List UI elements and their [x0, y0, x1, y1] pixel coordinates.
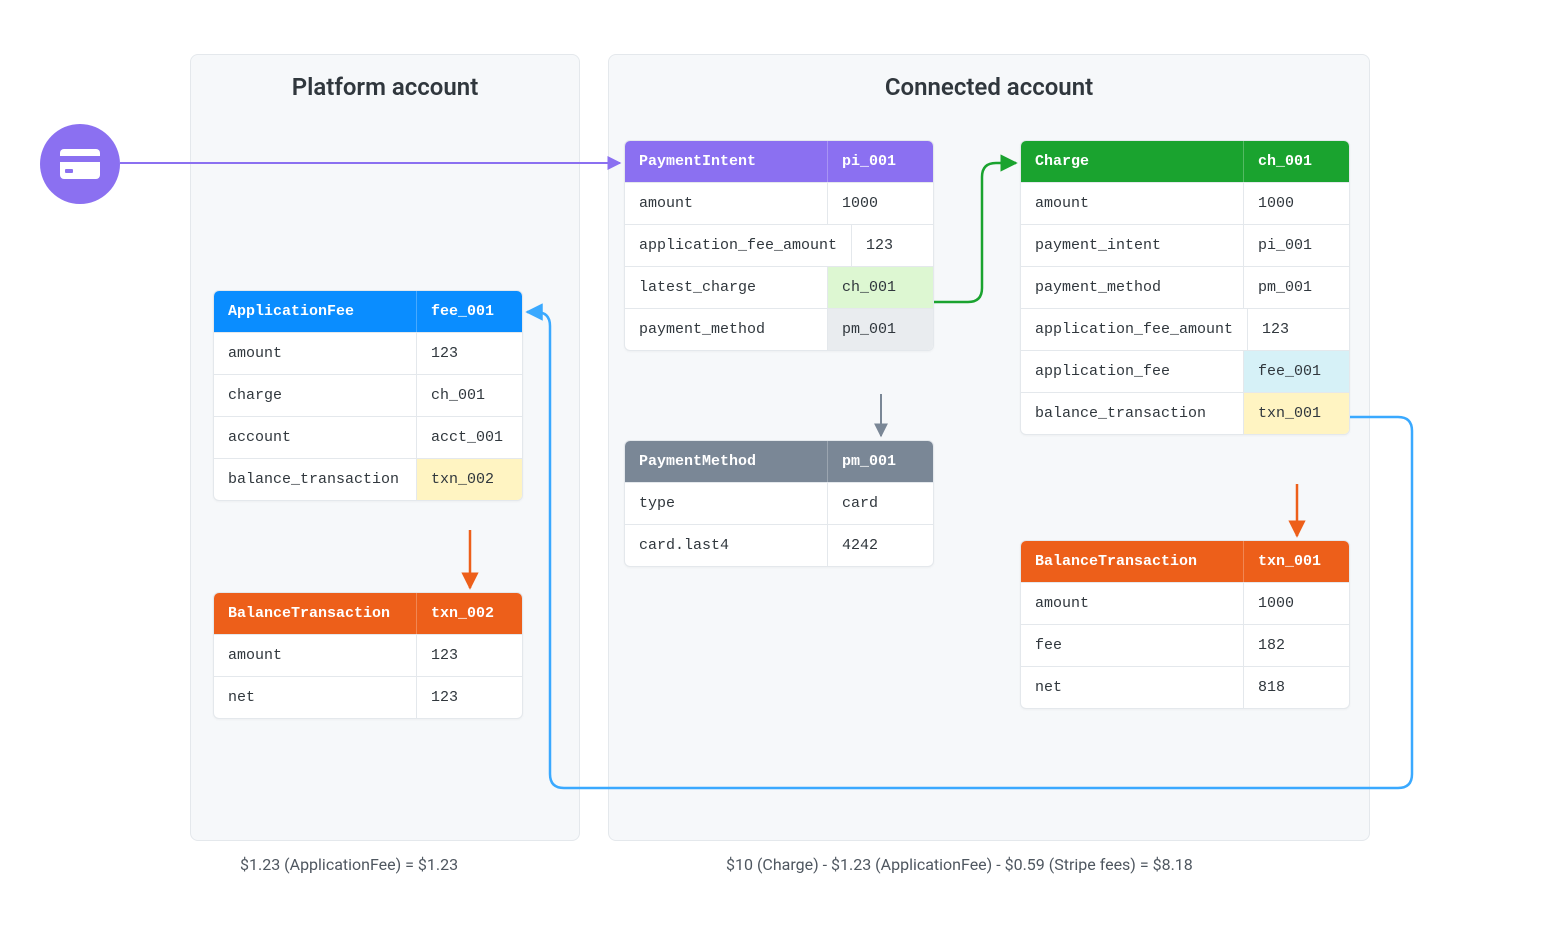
table-row: balance_transactiontxn_001 [1021, 392, 1349, 434]
table-header-name: Charge [1021, 141, 1243, 182]
table-header-id: fee_001 [416, 291, 522, 332]
table-header: BalanceTransaction txn_001 [1021, 541, 1349, 582]
table-header-name: ApplicationFee [214, 291, 416, 332]
connected-panel-title: Connected account [609, 73, 1369, 101]
table-row: fee182 [1021, 624, 1349, 666]
table-row: payment_intentpi_001 [1021, 224, 1349, 266]
table-row: net123 [214, 676, 522, 718]
table-header-name: BalanceTransaction [1021, 541, 1243, 582]
platform-caption: $1.23 (ApplicationFee) = $1.23 [240, 855, 458, 874]
table-row: amount123 [214, 634, 522, 676]
table-header-id: txn_001 [1243, 541, 1349, 582]
balance-transaction-2-table: BalanceTransaction txn_002 amount123 net… [213, 592, 523, 719]
table-header-id: ch_001 [1243, 141, 1349, 182]
table-row: card.last44242 [625, 524, 933, 566]
table-header: PaymentMethod pm_001 [625, 441, 933, 482]
table-header-id: pi_001 [827, 141, 933, 182]
table-header: Charge ch_001 [1021, 141, 1349, 182]
payment-intent-table: PaymentIntent pi_001 amount1000 applicat… [624, 140, 934, 351]
connected-caption: $10 (Charge) - $1.23 (ApplicationFee) - … [726, 855, 1193, 874]
table-header: PaymentIntent pi_001 [625, 141, 933, 182]
payment-method-table: PaymentMethod pm_001 typecard card.last4… [624, 440, 934, 567]
table-header-name: PaymentIntent [625, 141, 827, 182]
table-row: typecard [625, 482, 933, 524]
table-row: amount123 [214, 332, 522, 374]
table-row: application_fee_amount123 [1021, 308, 1349, 350]
table-row: chargech_001 [214, 374, 522, 416]
application-fee-table: ApplicationFee fee_001 amount123 chargec… [213, 290, 523, 501]
table-row: latest_chargech_001 [625, 266, 933, 308]
table-row: amount1000 [1021, 182, 1349, 224]
table-header-id: txn_002 [416, 593, 522, 634]
table-row: amount1000 [1021, 582, 1349, 624]
balance-transaction-1-table: BalanceTransaction txn_001 amount1000 fe… [1020, 540, 1350, 709]
table-row: balance_transactiontxn_002 [214, 458, 522, 500]
table-header-id: pm_001 [827, 441, 933, 482]
platform-panel-title: Platform account [191, 73, 579, 101]
table-row: application_feefee_001 [1021, 350, 1349, 392]
table-row: net818 [1021, 666, 1349, 708]
table-row: payment_methodpm_001 [625, 308, 933, 350]
table-header: ApplicationFee fee_001 [214, 291, 522, 332]
charge-table: Charge ch_001 amount1000 payment_intentp… [1020, 140, 1350, 435]
table-row: amount1000 [625, 182, 933, 224]
card-icon [40, 124, 120, 204]
table-row: accountacct_001 [214, 416, 522, 458]
table-row: application_fee_amount123 [625, 224, 933, 266]
table-row: payment_methodpm_001 [1021, 266, 1349, 308]
table-header-name: BalanceTransaction [214, 593, 416, 634]
table-header: BalanceTransaction txn_002 [214, 593, 522, 634]
table-header-name: PaymentMethod [625, 441, 827, 482]
